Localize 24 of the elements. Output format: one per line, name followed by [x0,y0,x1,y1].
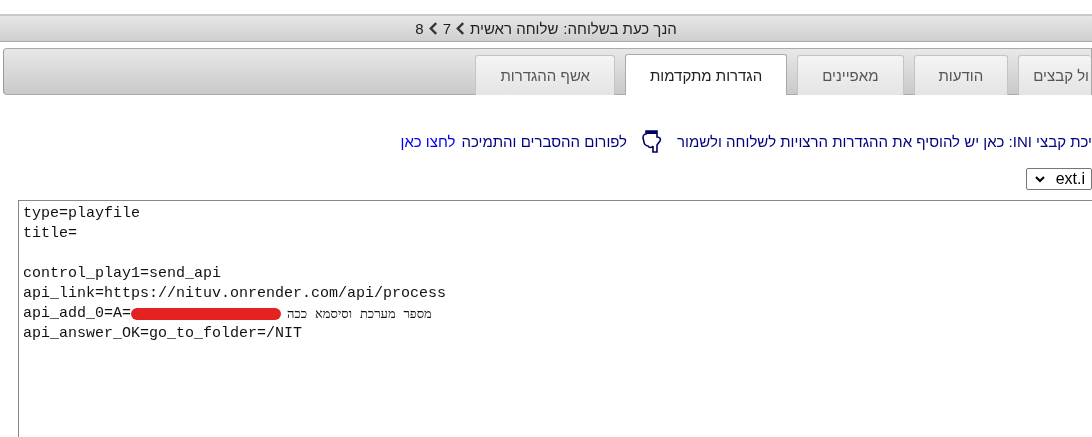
tab[interactable]: מאפיינים [797,55,904,95]
forum-text: לפורום ההסברים והתמיכה [461,132,628,150]
breadcrumb-item[interactable]: 8 [415,20,424,37]
code-line: api_answer_OK=go_to_folder=/NIT [23,324,303,344]
code-line: control_play1=send_api [23,264,222,284]
file-select[interactable]: ext.i [1026,168,1092,190]
chevron-icon [428,22,438,35]
code-comment: מספר מערכת וסיסמא ככה [287,305,432,323]
breadcrumb-item[interactable]: שלוחה ראשית [469,20,559,37]
breadcrumb-label: הנך כעת בשלוחה: [563,20,677,37]
code-line: api_add_0=A= [23,304,132,324]
info-text: יכת קבצי INI: כאן יש להוסיף את ההגדרות הרצויות לשלוחה ולשמור [677,132,1092,150]
tab[interactable]: הודעות [913,55,1009,95]
pointing-hand-icon [641,129,664,153]
code-line: title= [23,224,77,244]
tab[interactable]: ול קבצים [1018,55,1091,95]
code-line: type=playfile [23,204,141,224]
tab[interactable]: אשף ההגדרות [475,55,615,95]
caret-icon [1035,175,1045,183]
forum-link[interactable]: לחצו כאן [400,132,456,150]
chevron-icon [455,22,465,35]
breadcrumb-item[interactable]: 7 [442,20,451,37]
code-line: api_link=https://nituv.onrender.com/api/process [23,284,447,304]
tab[interactable]: הגדרות מתקדמות [624,54,788,95]
